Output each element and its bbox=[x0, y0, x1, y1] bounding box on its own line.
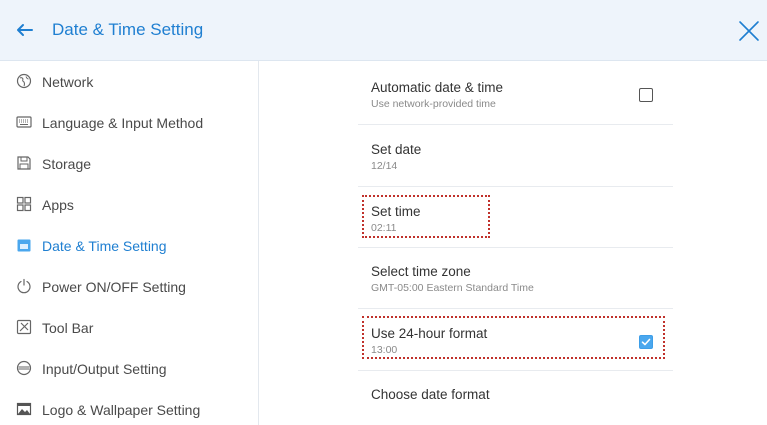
sidebar-item-label: Network bbox=[42, 73, 94, 90]
sidebar-item-power[interactable]: Power ON/OFF Setting bbox=[0, 266, 258, 307]
close-icon[interactable] bbox=[735, 17, 763, 45]
sidebar-item-logo-wallpaper[interactable]: Logo & Wallpaper Setting bbox=[0, 389, 258, 425]
sidebar-item-label: Date & Time Setting bbox=[42, 237, 167, 254]
input-output-icon bbox=[16, 360, 32, 376]
apps-grid-icon bbox=[16, 196, 32, 212]
sidebar-item-label: Power ON/OFF Setting bbox=[42, 278, 186, 295]
sidebar-item-label: Language & Input Method bbox=[42, 114, 204, 131]
sidebar-item-label: Storage bbox=[42, 155, 92, 172]
set-date-row[interactable]: Set date 12/14 bbox=[358, 125, 673, 187]
page-title: Date & Time Setting bbox=[52, 20, 204, 39]
calendar-icon bbox=[17, 239, 31, 252]
settings-panel: Automatic date & time Use network-provid… bbox=[259, 61, 767, 425]
use-24-hour-format-row[interactable]: Use 24-hour format 13:00 bbox=[358, 309, 673, 371]
sidebar-item-language[interactable]: Language & Input Method bbox=[0, 102, 258, 143]
sidebar-item-label: Logo & Wallpaper Setting bbox=[42, 401, 201, 418]
sidebar-item-label: Input/Output Setting bbox=[42, 360, 167, 377]
toolbar-icon bbox=[16, 319, 32, 335]
sidebar-item-apps[interactable]: Apps bbox=[0, 184, 258, 225]
back-arrow-icon[interactable] bbox=[12, 18, 36, 42]
automatic-date-time-checkbox[interactable] bbox=[639, 88, 653, 102]
set-date-value: 12/14 bbox=[371, 160, 398, 172]
sidebar-item-input-output[interactable]: Input/Output Setting bbox=[0, 348, 258, 389]
use-24-hour-format-value: 13:00 bbox=[371, 344, 398, 356]
sidebar-item-storage[interactable]: Storage bbox=[0, 143, 258, 184]
select-time-zone-title: Select time zone bbox=[371, 264, 471, 279]
set-time-value: 02:11 bbox=[371, 222, 397, 234]
storage-icon bbox=[17, 156, 31, 170]
select-time-zone-row[interactable]: Select time zone GMT-05:00 Eastern Stand… bbox=[358, 248, 673, 309]
automatic-date-time-subtitle: Use network-provided time bbox=[371, 98, 496, 110]
sidebar-item-tool-bar[interactable]: Tool Bar bbox=[0, 307, 258, 348]
keyboard-icon bbox=[16, 116, 32, 128]
set-time-title: Set time bbox=[371, 204, 421, 219]
use-24-hour-format-title: Use 24-hour format bbox=[371, 326, 488, 341]
automatic-date-time-row[interactable]: Automatic date & time Use network-provid… bbox=[358, 61, 673, 125]
header-bar: Date & Time Setting bbox=[0, 0, 767, 61]
sidebar-item-network[interactable]: Network bbox=[0, 61, 258, 102]
sidebar: Network Language & Input Method Storage bbox=[0, 61, 259, 425]
sidebar-item-label: Apps bbox=[42, 196, 74, 213]
sidebar-item-date-time[interactable]: Date & Time Setting bbox=[0, 225, 258, 266]
use-24-hour-format-checkbox[interactable] bbox=[639, 335, 653, 349]
sidebar-item-label: Tool Bar bbox=[42, 319, 94, 336]
settings-window: Date & Time Setting Network Language & I… bbox=[0, 0, 767, 425]
wallpaper-icon bbox=[16, 402, 32, 416]
choose-date-format-row[interactable]: Choose date format bbox=[358, 371, 673, 425]
checkmark-icon bbox=[641, 338, 651, 346]
select-time-zone-value: GMT-05:00 Eastern Standard Time bbox=[371, 282, 534, 294]
globe-icon bbox=[16, 73, 32, 89]
set-date-title: Set date bbox=[371, 142, 422, 157]
set-time-row[interactable]: Set time 02:11 bbox=[358, 187, 673, 248]
automatic-date-time-title: Automatic date & time bbox=[371, 80, 504, 95]
choose-date-format-title: Choose date format bbox=[371, 387, 490, 402]
power-icon bbox=[17, 278, 31, 294]
